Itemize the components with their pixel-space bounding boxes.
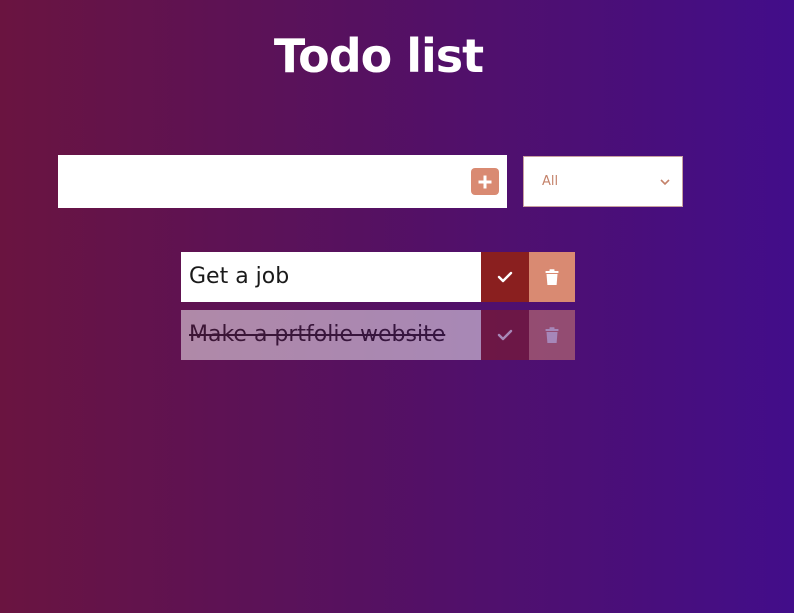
complete-button[interactable]: [481, 310, 529, 360]
chevron-down-icon: [660, 178, 670, 185]
todo-text: Get a job: [181, 252, 481, 302]
todo-item: Make a prtfolie website: [181, 310, 575, 360]
filter-select[interactable]: All: [523, 156, 683, 207]
trash-icon: [545, 268, 559, 285]
add-todo-button[interactable]: [471, 168, 499, 195]
delete-button[interactable]: [529, 310, 575, 360]
page-title: Todo list: [273, 29, 484, 83]
check-icon: [497, 329, 513, 341]
filter-selected-value: All: [542, 174, 559, 189]
delete-button[interactable]: [529, 252, 575, 302]
todo-input[interactable]: [58, 155, 458, 208]
todo-input-container: [58, 155, 507, 208]
plus-icon: [478, 175, 492, 188]
todo-list: Get a job Make a prtfolie website: [181, 252, 575, 368]
todo-text: Make a prtfolie website: [181, 310, 481, 360]
todo-item: Get a job: [181, 252, 575, 302]
complete-button[interactable]: [481, 252, 529, 302]
check-icon: [497, 271, 513, 283]
trash-icon: [545, 326, 559, 343]
